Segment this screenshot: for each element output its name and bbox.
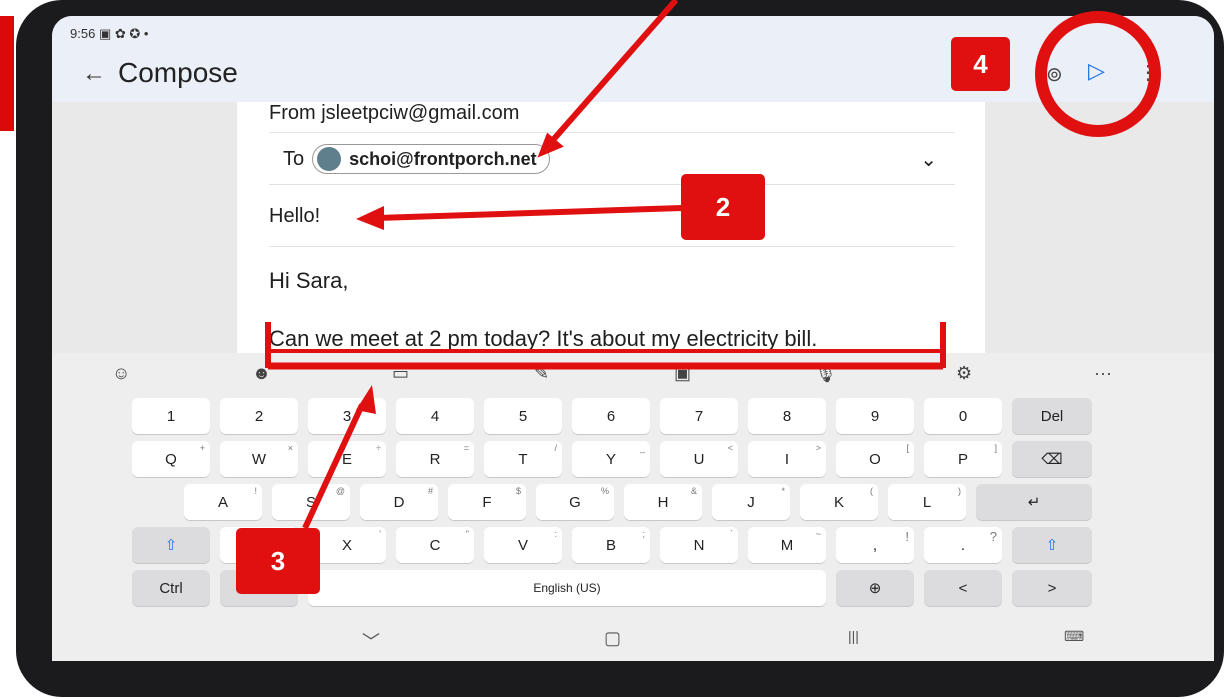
arrow-2-line [377, 205, 683, 221]
send-highlight-circle [1035, 11, 1161, 137]
arrow-3-line [302, 403, 365, 530]
arrow-3-head [356, 385, 376, 414]
annotation-badge-2: 2 [681, 174, 765, 240]
annotation-overlay [265, 0, 1161, 530]
arrow-2-head [356, 206, 384, 230]
annotation-badge-3: 3 [236, 528, 320, 594]
arrow-1-line [550, 0, 679, 142]
annotation-badge-4: 4 [951, 37, 1010, 91]
